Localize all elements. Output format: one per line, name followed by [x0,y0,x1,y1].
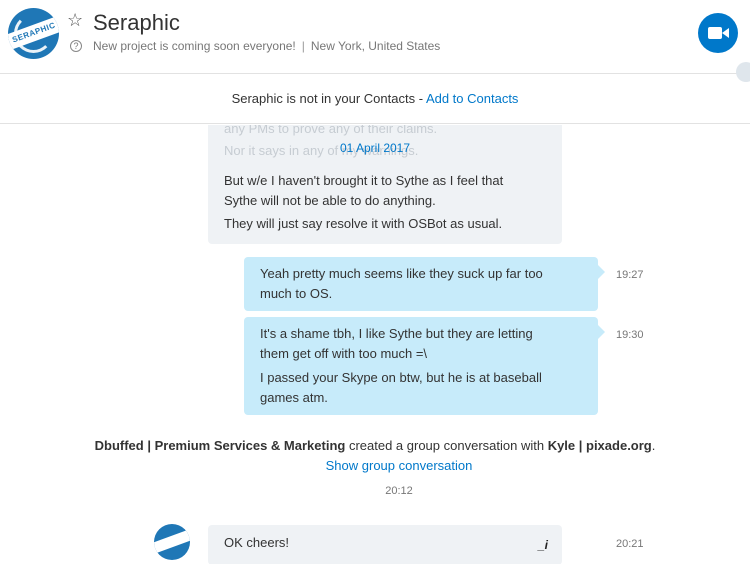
message-timestamp: 19:30 [616,329,644,341]
message-line: them get off with too much =\ [260,346,428,361]
mood-message: New project is coming soon everyone! [93,39,296,53]
contact-name[interactable]: Seraphic [93,10,180,36]
star-icon[interactable]: ☆ [67,11,85,29]
sender-avatar[interactable] [154,524,190,560]
message-line: Sythe will not be able to do anything. [224,193,436,208]
message-line: It's a shame tbh, I like Sythe but they … [260,326,533,341]
group-conversation-notice: Dbuffed | Premium Services & Marketing c… [0,438,750,453]
outgoing-message-2: It's a shame tbh, I like Sythe but they … [244,317,605,415]
message-timestamp: 20:21 [616,538,644,550]
outgoing-message-1: Yeah pretty much seems like they suck up… [244,257,605,311]
mood-separator: | [301,39,305,53]
notice-action: created a group conversation with [345,438,548,453]
video-call-icon [708,27,722,39]
message-line: But w/e I haven't brought it to Sythe as… [224,173,504,188]
location-text: New York, United States [310,39,441,53]
faded-message-line: any PMs to prove any of their claims. [224,125,438,136]
message-line: games atm. [260,390,328,405]
notice-creator: Dbuffed | Premium Services & Marketing [94,438,346,453]
date-separator: 01 April 2017 [339,141,411,155]
conversation-header: SERAPHIC ☆ Seraphic ? New project is com… [0,0,750,82]
contact-avatar[interactable]: SERAPHIC [8,8,59,59]
mood-line: New project is coming soon everyone! | New… [93,39,440,54]
add-to-contacts-link[interactable]: Add to Contacts [426,91,519,106]
message-timestamp: 19:27 [616,269,644,281]
notice-target: Kyle | pixade.org [547,438,652,453]
message-line: I passed your Skype on btw, but he is at… [260,370,542,385]
show-group-conversation-link[interactable]: Show group conversation [0,458,750,473]
avatar-band [154,529,190,554]
message-line: much to OS. [260,286,333,301]
video-call-button[interactable] [698,13,738,53]
message-line: OK cheers! [224,535,290,550]
not-in-contacts-banner: Seraphic is not in your Contacts - Add t… [0,74,750,124]
notice-period: . [651,438,656,453]
message-line: They will just say resolve it with OSBot… [224,216,503,231]
message-line: Yeah pretty much seems like they suck up… [260,266,543,281]
message-history[interactable]: any PMs to prove any of their claims. No… [0,125,750,564]
text-cursor-icon: _i [538,538,549,552]
notice-timestamp: 20:12 [385,485,413,497]
video-call-icon-lens [722,28,729,38]
incoming-message-2: OK cheers! [208,525,562,564]
not-in-contacts-text: Seraphic is not in your Contacts - [231,91,426,106]
help-icon: ? [70,40,82,52]
